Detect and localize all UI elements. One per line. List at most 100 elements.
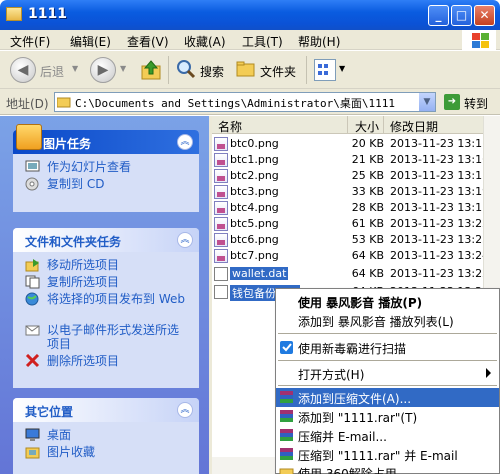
menu-scan-duba[interactable]: 使用新毒霸进行扫描 [276, 338, 499, 357]
file-date: 2013-11-23 13:23 [390, 233, 490, 246]
task-label: 作为幻灯片查看 [47, 160, 132, 174]
file-row[interactable]: btc0.png 20 KB 2013-11-23 13:17 [212, 136, 500, 152]
file-size: 61 KB [351, 217, 384, 230]
file-row[interactable]: btc4.png 28 KB 2013-11-23 13:17 [212, 200, 500, 216]
vertical-scrollbar[interactable] [483, 116, 500, 288]
task-pane: 图片任务 ︽ 作为幻灯片查看 复制到 CD 文件和文件夹任务 ︽ 移动所选项目 [0, 116, 209, 474]
task-label: 桌面 [47, 428, 72, 442]
file-size: 33 KB [351, 185, 384, 198]
task-copy[interactable]: 复制所选项目 [25, 275, 189, 289]
address-input[interactable]: C:\Documents and Settings\Administrator\… [54, 92, 436, 112]
go-button[interactable]: 转到 [464, 95, 488, 112]
views-dropdown-icon[interactable]: ▼ [339, 64, 345, 73]
task-slideshow[interactable]: 作为幻灯片查看 [25, 160, 189, 174]
file-row[interactable]: btc3.png 33 KB 2013-11-23 13:19 [212, 184, 500, 200]
menu-separator [278, 360, 497, 361]
task-label: 图片收藏 [47, 445, 96, 459]
copy-icon [25, 275, 41, 289]
desktop-icon [25, 428, 41, 442]
maximize-button[interactable]: □ [451, 5, 472, 26]
move-icon [25, 258, 41, 272]
column-name[interactable]: 名称 [212, 116, 348, 134]
go-arrow-icon[interactable]: ➜ [444, 94, 460, 110]
file-date: 2013-11-23 13:17 [390, 169, 490, 182]
png-file-icon [214, 169, 228, 183]
file-row[interactable]: btc5.png 61 KB 2013-11-23 13:22 [212, 216, 500, 232]
place-my-pictures[interactable]: 图片收藏 [25, 445, 189, 459]
back-button-label[interactable]: 后退 [40, 63, 64, 80]
menu-tools[interactable]: 工具(T) [242, 33, 283, 50]
task-email[interactable]: 以电子邮件形式发送所选项目 [25, 323, 189, 351]
menu-favorites[interactable]: 收藏(A) [184, 33, 226, 50]
collapse-icon[interactable]: ︽ [177, 402, 193, 418]
file-tasks-header[interactable]: 文件和文件夹任务 ︽ [13, 228, 199, 252]
picture-tasks-header[interactable]: 图片任务 ︽ [13, 124, 199, 154]
menu-360-unlock[interactable]: 使用 360解除占用 [276, 463, 499, 474]
up-folder-icon[interactable] [140, 59, 162, 81]
file-row[interactable]: btc6.png 53 KB 2013-11-23 13:23 [212, 232, 500, 248]
email-icon [25, 323, 41, 337]
globe-icon [25, 292, 41, 306]
menu-compress-email[interactable]: 压缩并 E-mail... [276, 426, 499, 445]
forward-arrow-icon[interactable]: ▶ [90, 57, 116, 83]
file-name: btc7.png [230, 249, 279, 262]
minimize-button[interactable]: _ [428, 5, 449, 26]
place-desktop[interactable]: 桌面 [25, 428, 189, 442]
png-file-icon [214, 249, 228, 263]
menu-compress-rar-email[interactable]: 压缩到 "1111.rar" 并 E-mail [276, 445, 499, 464]
other-places-header[interactable]: 其它位置 ︽ [13, 398, 199, 422]
folders-icon[interactable] [236, 60, 256, 78]
column-size[interactable]: 大小 [348, 116, 384, 134]
task-label: 将选择的项目发布到 Web [47, 292, 185, 306]
address-bar: 地址(D) C:\Documents and Settings\Administ… [0, 89, 500, 115]
task-delete[interactable]: 删除所选项目 [25, 353, 189, 368]
menu-separator [278, 333, 497, 334]
menu-add-playlist[interactable]: 添加到 暴风影音 播放列表(L) [276, 311, 499, 330]
folders-button[interactable]: 文件夹 [260, 63, 296, 80]
file-row[interactable]: btc7.png 64 KB 2013-11-23 13:24 [212, 248, 500, 264]
toolbar: ◀ 后退 ▼ ▶ ▼ 搜索 文件夹 ▼ [0, 51, 500, 89]
menu-help[interactable]: 帮助(H) [298, 33, 340, 50]
dat-file-icon [214, 285, 228, 299]
menu-bar: 文件(F) 编辑(E) 查看(V) 收藏(A) 工具(T) 帮助(H) [0, 30, 500, 50]
file-size: 28 KB [351, 201, 384, 214]
menu-add-rar[interactable]: 添加到 "1111.rar"(T) [276, 407, 499, 426]
file-date: 2013-11-23 13:17 [390, 201, 490, 214]
png-file-icon [214, 137, 228, 151]
winrar-icon [279, 428, 294, 443]
task-move[interactable]: 移动所选项目 [25, 258, 189, 272]
menu-open-with[interactable]: 打开方式(H) [276, 364, 499, 383]
views-icon[interactable] [314, 59, 336, 81]
menu-view[interactable]: 查看(V) [127, 33, 169, 50]
search-icon[interactable] [176, 59, 196, 79]
menu-edit[interactable]: 编辑(E) [70, 33, 111, 50]
cd-icon [25, 177, 41, 191]
context-menu: 使用 暴风影音 播放(P) 添加到 暴风影音 播放列表(L) 使用新毒霸进行扫描… [275, 288, 500, 474]
menu-label: 添加到压缩文件(A)... [298, 392, 412, 406]
menu-play-baofeng[interactable]: 使用 暴风影音 播放(P) [276, 292, 499, 311]
back-dropdown-icon[interactable]: ▼ [72, 64, 78, 73]
forward-dropdown-icon[interactable]: ▼ [120, 64, 126, 73]
menu-label: 添加到 暴风影音 播放列表(L) [298, 315, 454, 329]
menu-add-archive[interactable]: 添加到压缩文件(A)... [276, 388, 499, 407]
collapse-icon[interactable]: ︽ [177, 232, 193, 248]
menu-label: 使用 暴风影音 播放(P) [298, 296, 423, 310]
file-size: 20 KB [351, 137, 384, 150]
picture-tasks-title: 图片任务 [43, 137, 92, 151]
search-button[interactable]: 搜索 [200, 63, 224, 80]
close-button[interactable]: ✕ [474, 5, 495, 26]
picture-tasks-panel: 图片任务 ︽ 作为幻灯片查看 复制到 CD [13, 124, 199, 212]
file-size: 21 KB [351, 153, 384, 166]
file-row-selected[interactable]: wallet.dat 64 KB 2013-11-23 13:22 [212, 266, 500, 282]
collapse-icon[interactable]: ︽ [177, 134, 193, 150]
folder-icon [6, 7, 22, 21]
back-arrow-icon[interactable]: ◀ [10, 57, 36, 83]
address-dropdown-icon[interactable]: ▼ [418, 93, 435, 111]
task-publish-web[interactable]: 将选择的项目发布到 Web [25, 292, 189, 320]
horizontal-scrollbar[interactable] [212, 457, 275, 474]
file-row[interactable]: btc2.png 25 KB 2013-11-23 13:17 [212, 168, 500, 184]
task-copy-cd[interactable]: 复制到 CD [25, 177, 189, 191]
menu-label: 使用新毒霸进行扫描 [298, 342, 407, 356]
menu-file[interactable]: 文件(F) [10, 33, 50, 50]
file-row[interactable]: btc1.png 21 KB 2013-11-23 13:16 [212, 152, 500, 168]
